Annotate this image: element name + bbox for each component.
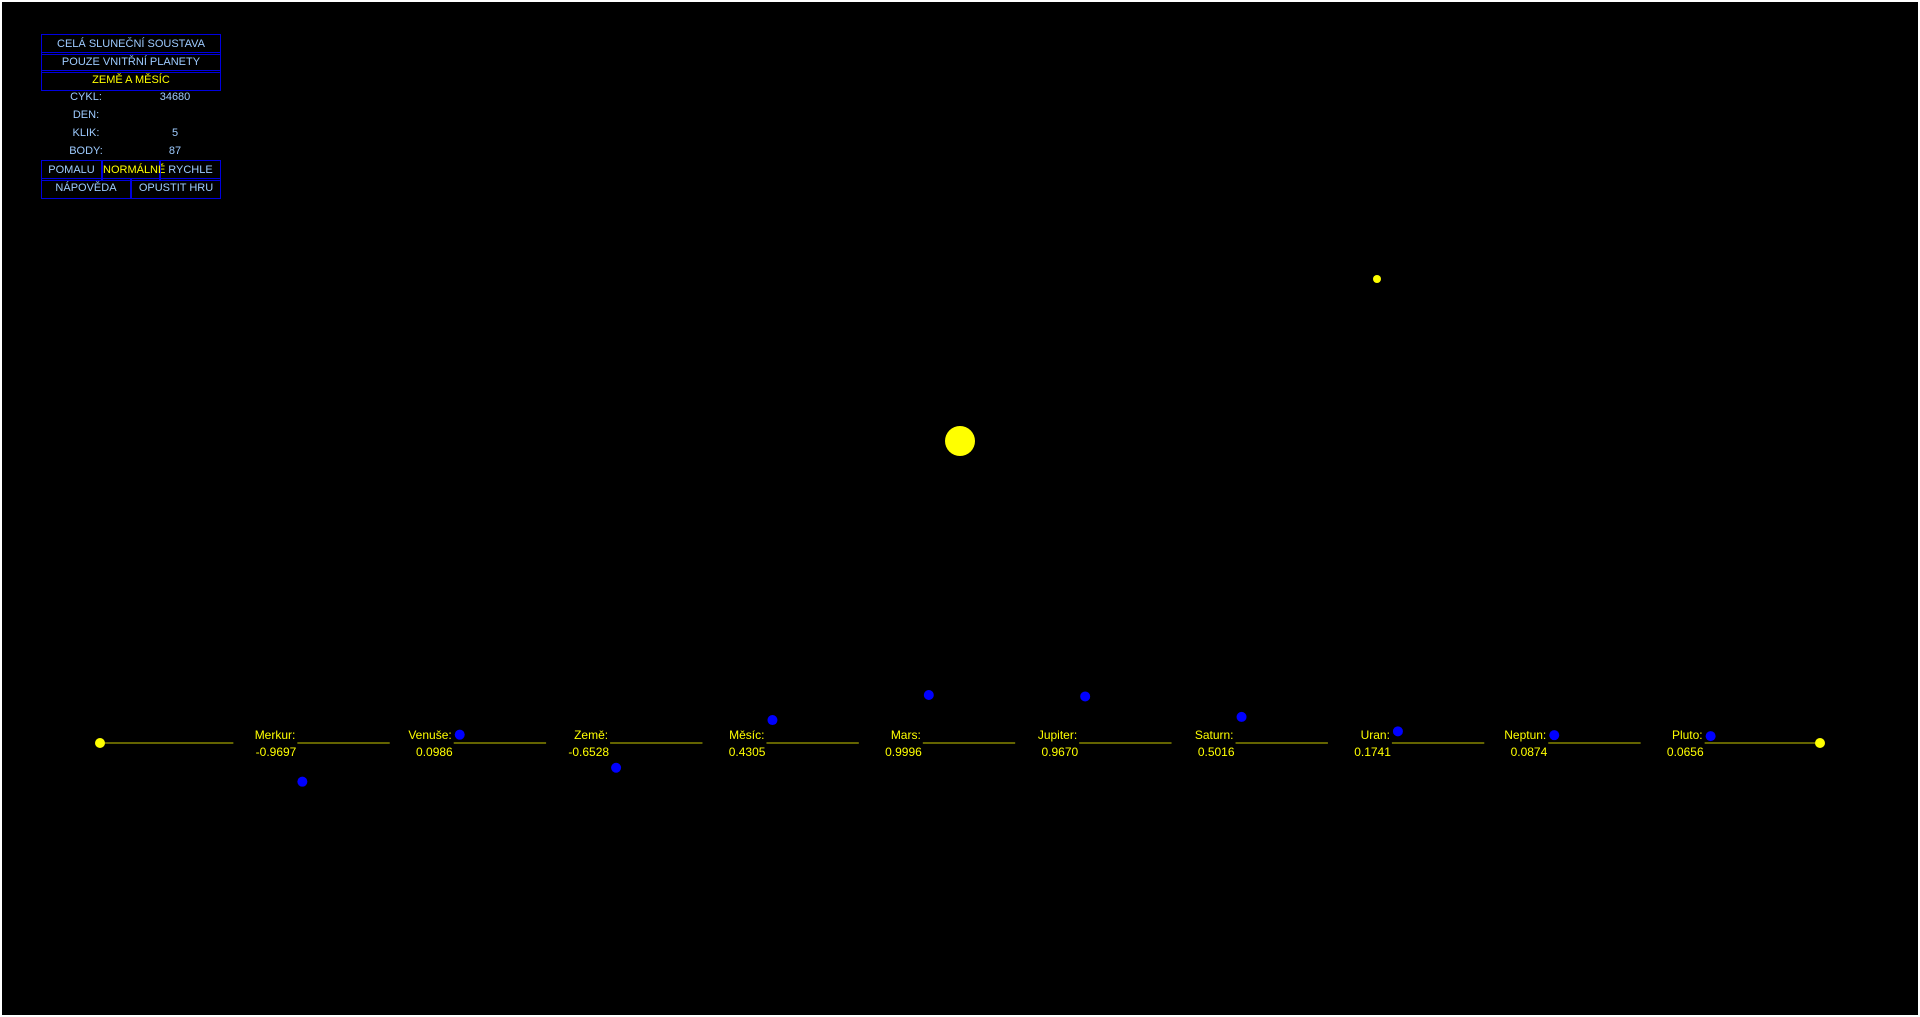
body-value-pluto: 0.0656 (1667, 745, 1704, 759)
body-value-saturn: 0.5016 (1198, 745, 1235, 759)
planet-marker-mars[interactable] (923, 690, 934, 701)
body-name-zeme: Země: (574, 728, 608, 742)
planet-marker-zeme[interactable] (611, 762, 622, 773)
body-name-mars: Mars: (891, 728, 921, 742)
planet-marker-neptun[interactable] (1549, 730, 1560, 741)
small-star (1373, 275, 1381, 283)
body-name-venuse: Venuše: (408, 728, 451, 742)
solar-system-scene: Merkur: -0.9697 Venuše: 0.0986 Země: -0.6528 M… (95, 275, 1825, 787)
cycle-value: 34680 (159, 91, 191, 103)
body-name-pluto: Pluto: (1672, 728, 1703, 742)
body-value-mesic: 0.4305 (729, 745, 766, 759)
body-name-merkur: Merkur: (255, 728, 296, 742)
planet-marker-mesic[interactable] (767, 715, 778, 726)
body-value-mars: 0.9996 (885, 745, 922, 759)
planet-marker-jupiter[interactable] (1080, 691, 1091, 702)
body-name-saturn: Saturn: (1195, 728, 1234, 742)
body-value-zeme: -0.6528 (568, 745, 609, 759)
body-value-merkur: -0.9697 (256, 745, 297, 759)
body-name-jupiter: Jupiter: (1038, 728, 1077, 742)
planet-marker-merkur[interactable] (297, 776, 308, 787)
body-name-neptun: Neptun: (1504, 728, 1546, 742)
track-start-marker (95, 738, 105, 748)
click-value: 5 (171, 127, 179, 139)
body-value-uran: 0.1741 (1354, 745, 1391, 759)
day-label: DEN: (72, 109, 100, 121)
planet-marker-saturn[interactable] (1236, 711, 1247, 722)
body-value-jupiter: 0.9670 (1041, 745, 1078, 759)
planet-marker-venuse[interactable] (454, 729, 465, 740)
earth-moon-button[interactable]: ZEMĚ A MĚSÍC (41, 70, 221, 91)
help-button[interactable]: NÁPOVĚDA (41, 178, 131, 199)
body-name-uran: Uran: (1361, 728, 1390, 742)
body-value-venuse: 0.0986 (416, 745, 453, 759)
body-name-mesic: Měsíc: (729, 728, 764, 742)
track-end-marker (1815, 738, 1825, 748)
sun[interactable] (945, 426, 975, 456)
planet-marker-pluto[interactable] (1705, 731, 1716, 742)
points-value: 87 (168, 145, 182, 157)
quit-button[interactable]: OPUSTIT HRU (131, 178, 221, 199)
game-canvas[interactable]: Merkur: -0.9697 Venuše: 0.0986 Země: -0.6528 M… (2, 2, 1918, 1015)
body-value-neptun: 0.0874 (1511, 745, 1548, 759)
planet-marker-uran[interactable] (1392, 726, 1403, 737)
